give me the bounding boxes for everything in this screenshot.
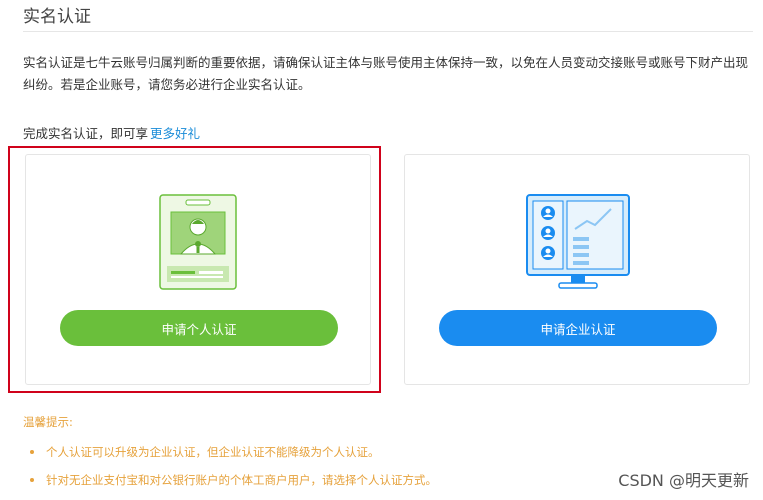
- tip-item: 针对无企业支付宝和对公银行账户的个体工商户用户，请选择个人认证方式。: [30, 468, 437, 496]
- page-title: 实名认证: [23, 7, 91, 27]
- csdn-watermark: CSDN @明天更新: [618, 471, 749, 490]
- promo-text: 完成实名认证，即可享: [23, 126, 149, 141]
- enterprise-monitor-icon: [525, 193, 631, 297]
- selection-highlight-frame: [8, 146, 381, 393]
- tip-item: 个人认证可以升级为企业认证，但企业认证不能降级为个人认证。: [30, 440, 437, 468]
- tips-list: 个人认证可以升级为企业认证，但企业认证不能降级为个人认证。 针对无企业支付宝和对…: [30, 440, 437, 496]
- promo-line: 完成实名认证，即可享 更多好礼: [23, 123, 200, 142]
- more-gifts-link[interactable]: 更多好礼: [150, 126, 200, 141]
- apply-enterprise-verification-button[interactable]: 申请企业认证: [439, 310, 717, 346]
- title-divider: [23, 31, 753, 32]
- verification-description: 实名认证是七牛云账号归属判断的重要依据，请确保认证主体与账号使用主体保持一致，以…: [23, 55, 749, 92]
- tips-title: 温馨提示:: [23, 415, 73, 429]
- enterprise-verification-card: 申请企业认证: [404, 154, 750, 385]
